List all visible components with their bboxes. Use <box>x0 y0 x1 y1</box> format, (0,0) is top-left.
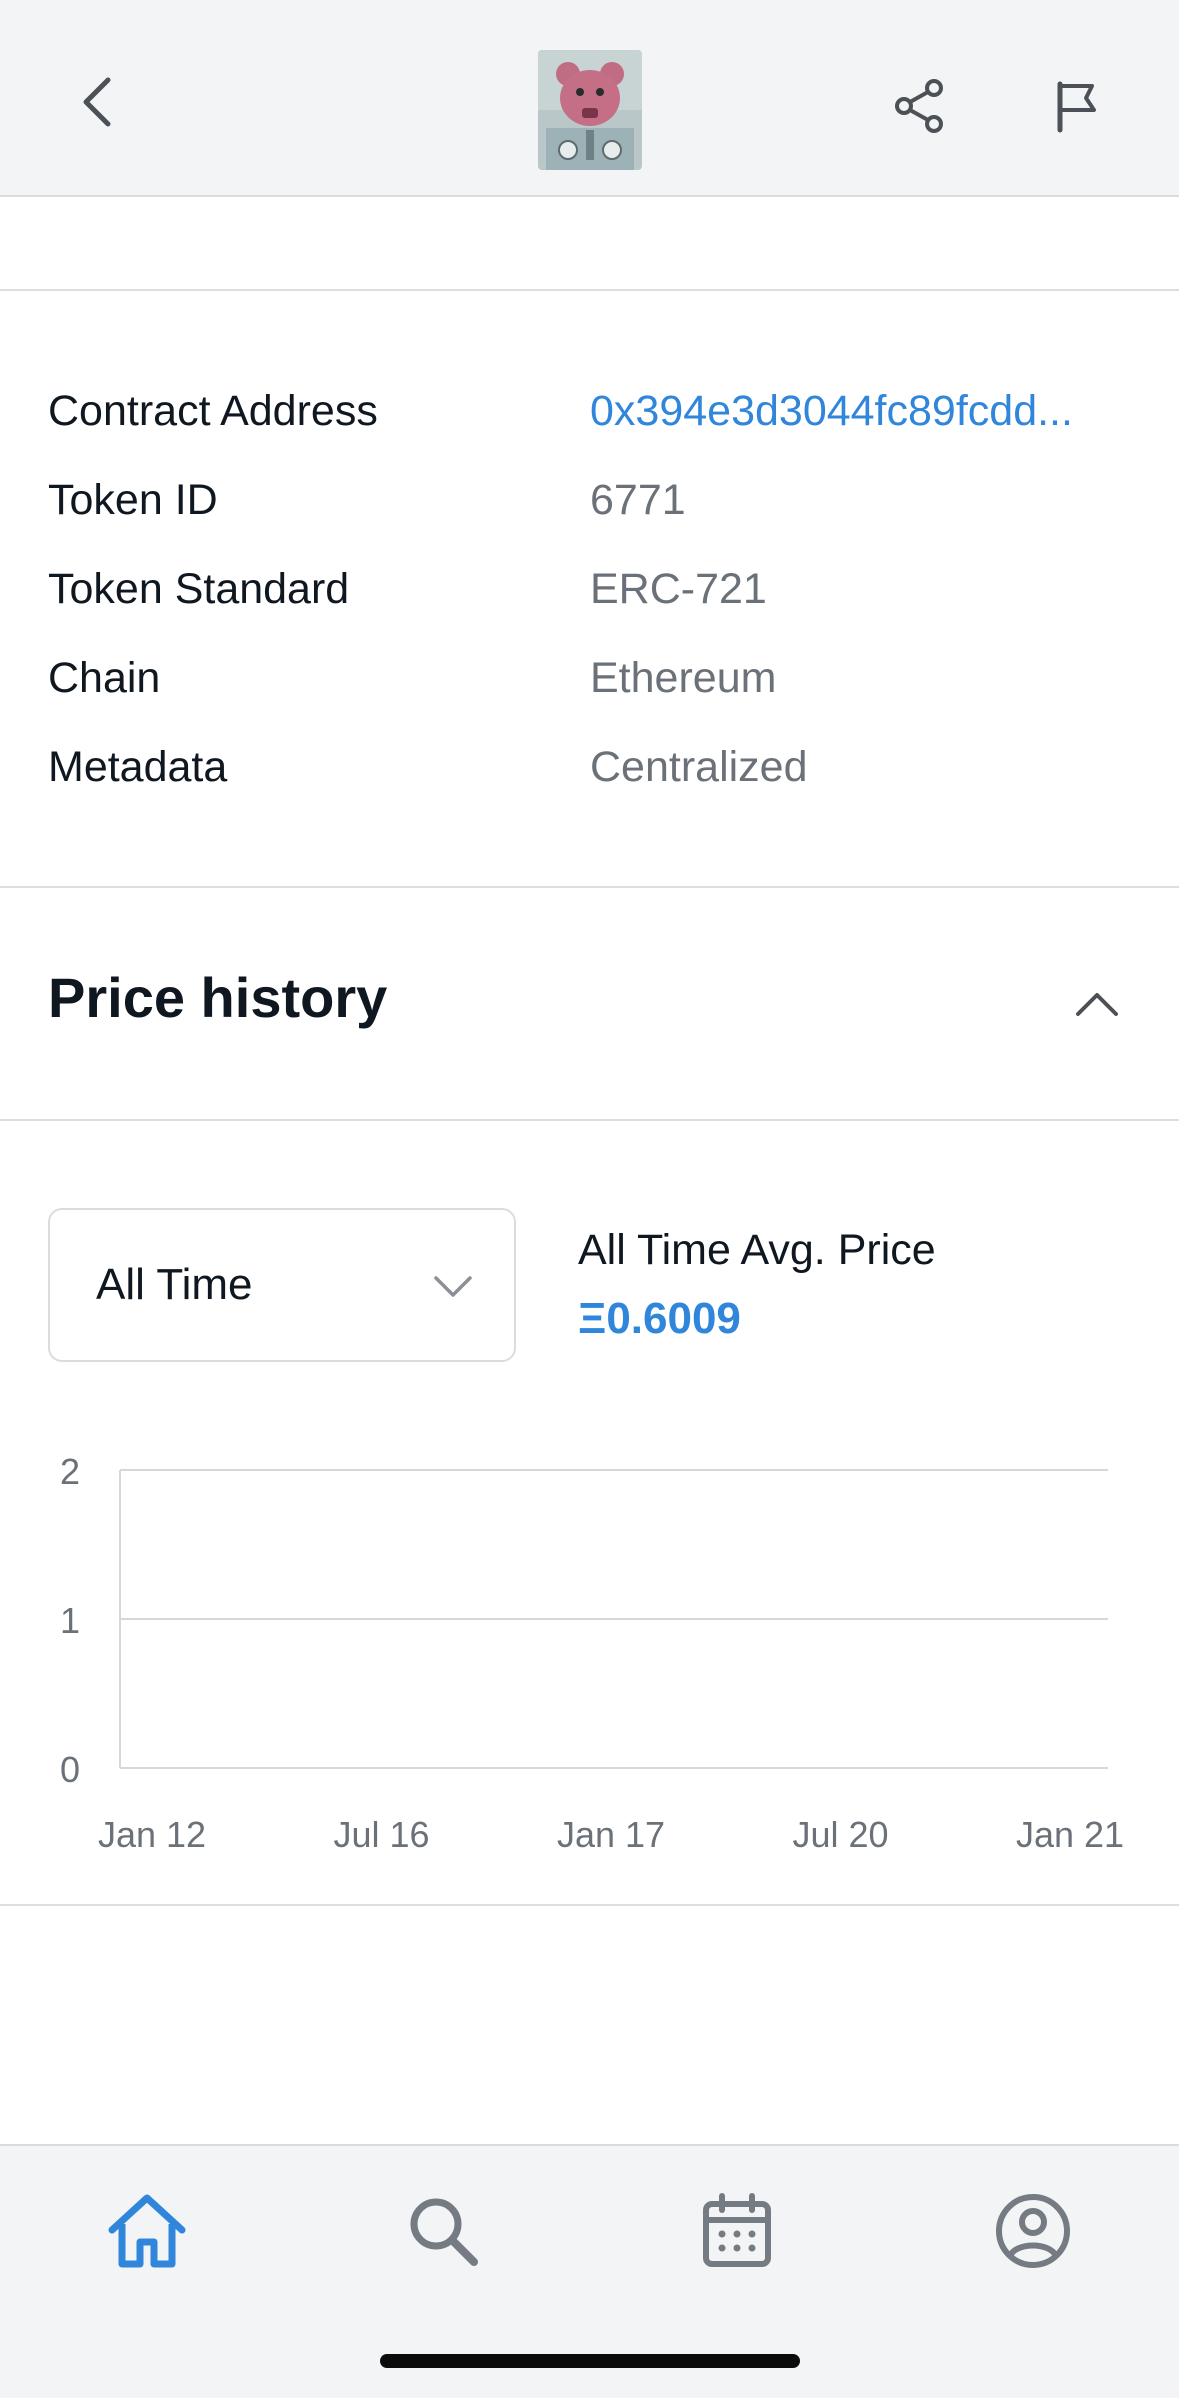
x-tick-label: Jan 21 <box>1016 1814 1124 1855</box>
detail-label: Token ID <box>48 476 218 524</box>
x-tick-label: Jul 16 <box>333 1814 429 1855</box>
x-tick-label: Jan 17 <box>557 1814 665 1855</box>
price-history-chart: 2 1 0 Jan 12 Jul 16 Jan 17 Jul 20 Jan 21 <box>60 1451 1124 1855</box>
home-indicator <box>380 2354 800 2368</box>
chevron-up-icon <box>1076 993 1118 1016</box>
avg-price-label: All Time Avg. Price <box>578 1226 936 1274</box>
section-divider <box>0 289 1179 291</box>
profile-icon <box>996 2194 1070 2268</box>
nav-home[interactable] <box>102 2186 192 2276</box>
price-history-title[interactable]: Price history <box>48 965 387 1030</box>
nav-calendar[interactable] <box>692 2186 782 2276</box>
detail-value: Centralized <box>590 743 808 791</box>
x-tick-label: Jul 20 <box>792 1814 888 1855</box>
time-range-select[interactable]: All Time <box>48 1208 516 1362</box>
avg-price-value: Ξ0.6009 <box>578 1294 741 1343</box>
chevron-left-icon <box>83 77 111 127</box>
section-divider <box>0 1119 1179 1121</box>
detail-value: ERC-721 <box>590 565 767 613</box>
home-icon <box>108 2194 186 2268</box>
report-button[interactable] <box>1048 76 1108 136</box>
nav-search[interactable] <box>398 2186 488 2276</box>
search-icon <box>410 2198 478 2266</box>
share-button[interactable] <box>890 76 950 136</box>
section-divider <box>0 886 1179 888</box>
detail-label: Contract Address <box>48 387 378 435</box>
y-tick-label: 2 <box>60 1451 80 1492</box>
contract-address-link[interactable]: 0x394e3d3044fc89fcdd... <box>590 378 1110 445</box>
detail-row-token-standard: Token Standard ERC-721 <box>48 556 1148 645</box>
top-bar <box>0 0 1179 197</box>
y-tick-label: 0 <box>60 1749 80 1790</box>
collapse-toggle[interactable] <box>1072 980 1122 1030</box>
detail-label: Token Standard <box>48 565 350 613</box>
detail-value: 6771 <box>590 476 686 524</box>
detail-row-contract: Contract Address 0x394e3d3044fc89fcdd... <box>48 378 1148 467</box>
detail-value: Ethereum <box>590 654 777 702</box>
y-tick-label: 1 <box>60 1600 80 1641</box>
section-divider <box>0 1904 1179 1906</box>
detail-label: Chain <box>48 654 161 702</box>
detail-label: Metadata <box>48 743 228 791</box>
details-list: Contract Address 0x394e3d3044fc89fcdd...… <box>48 378 1148 823</box>
calendar-icon <box>703 2193 771 2267</box>
flag-icon <box>1057 81 1096 133</box>
nft-thumbnail[interactable] <box>538 50 642 170</box>
share-icon <box>895 79 943 133</box>
detail-row-metadata: Metadata Centralized <box>48 734 1148 823</box>
time-range-value: All Time <box>96 1260 253 1309</box>
nav-profile[interactable] <box>988 2186 1078 2276</box>
detail-row-token-id: Token ID 6771 <box>48 467 1148 556</box>
detail-row-chain: Chain Ethereum <box>48 645 1148 734</box>
back-button[interactable] <box>70 72 130 132</box>
chevron-down-icon <box>434 1276 472 1297</box>
x-tick-label: Jan 12 <box>98 1814 206 1855</box>
